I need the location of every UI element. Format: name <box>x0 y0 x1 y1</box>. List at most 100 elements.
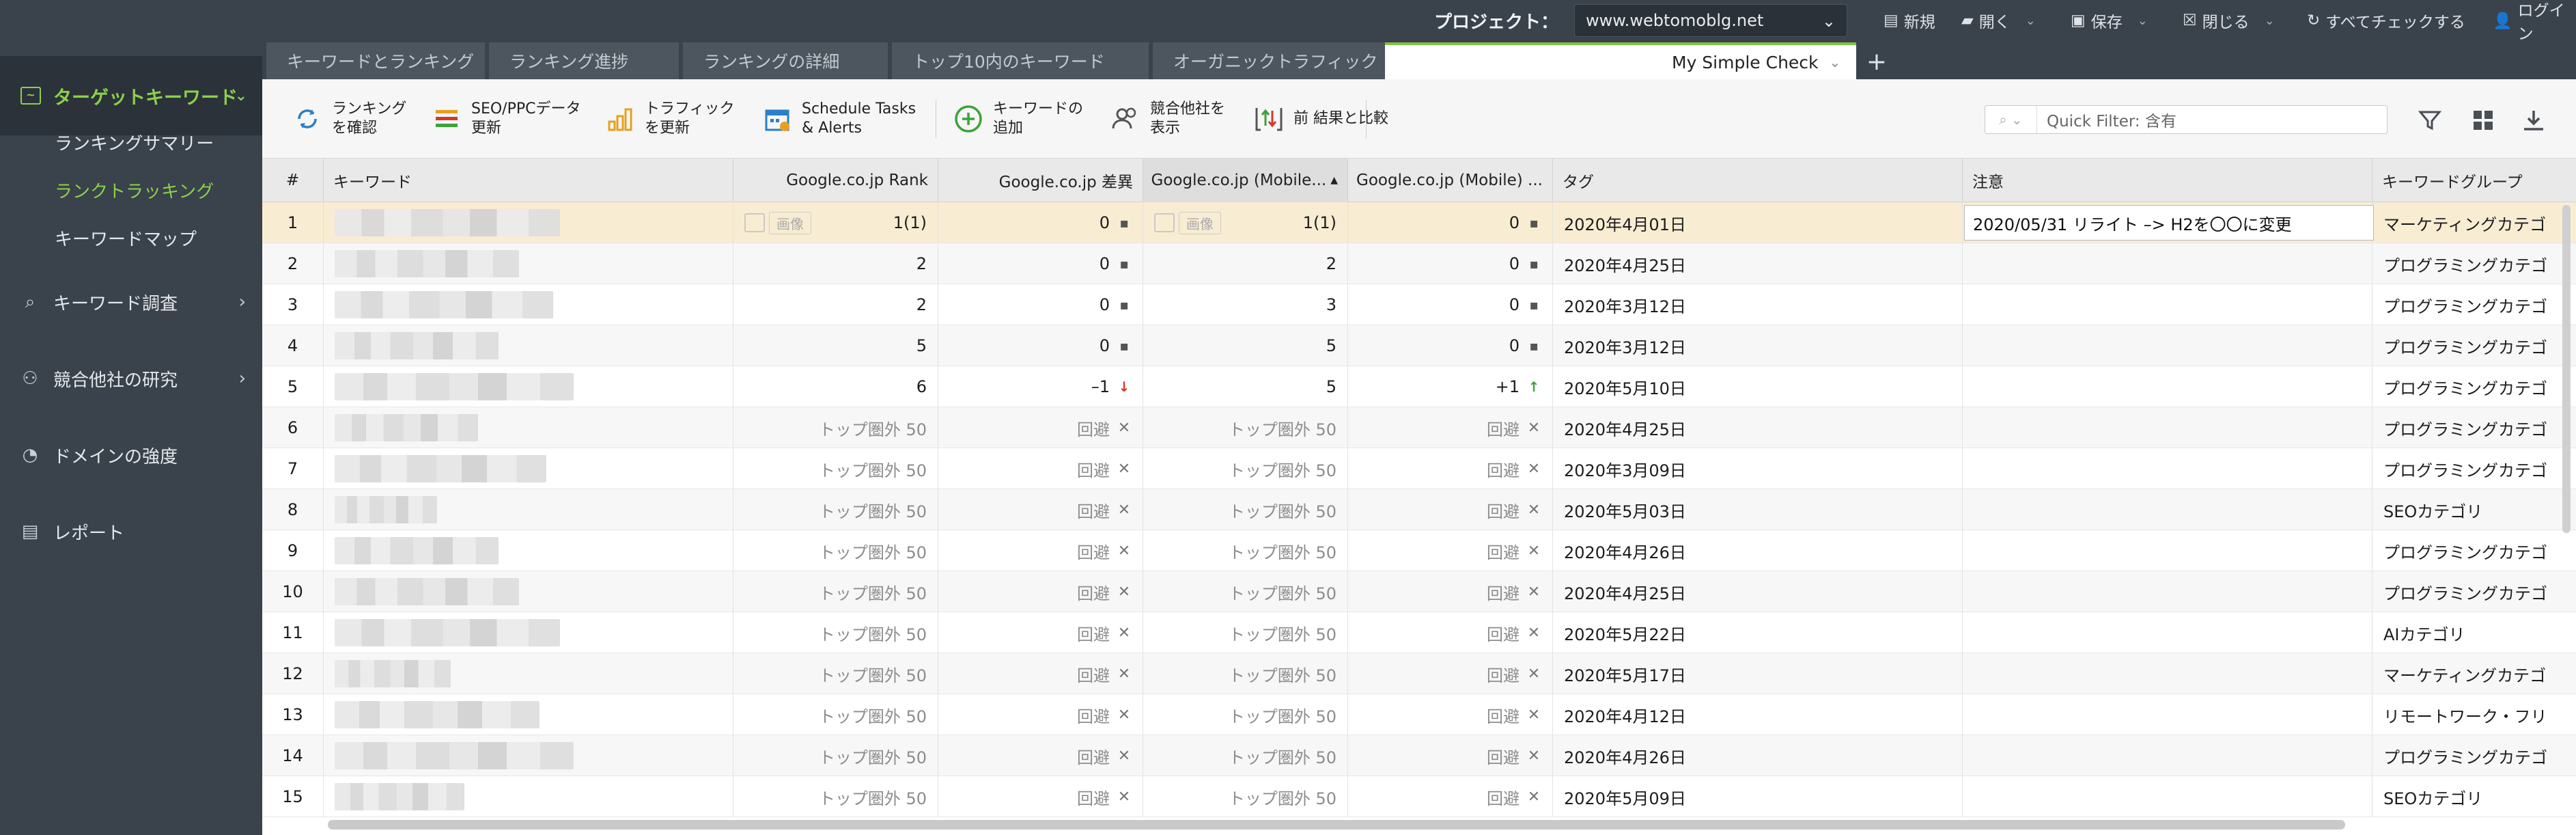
mobile-diff-cell[interactable]: +1 ↑ <box>1348 366 1553 407</box>
note-cell[interactable] <box>1963 653 2372 694</box>
mobile-diff-cell[interactable]: 0 ▪ <box>1348 284 1553 325</box>
keyword-group-cell[interactable]: SEOカテゴリ <box>2372 489 2576 530</box>
grid-view-icon[interactable] <box>2468 105 2498 135</box>
horizontal-scrollbar[interactable] <box>328 820 2345 830</box>
seo-ppc-update-button[interactable]: SEO/PPCデータ 更新 <box>430 96 581 142</box>
rank-cell[interactable]: 5 <box>733 325 938 366</box>
tag-cell[interactable]: 2020年5月03日 <box>1553 489 1963 530</box>
sidebar-section-keyword-research[interactable]: ⌕ キーワード調査 › <box>0 275 262 329</box>
close-button[interactable]: ☒ 閉じる ⌄ <box>2183 0 2275 41</box>
keyword-group-cell[interactable]: プログラミングカテゴ <box>2372 284 2576 325</box>
tag-cell[interactable]: 2020年3月12日 <box>1553 325 1963 366</box>
keyword-cell[interactable] <box>324 448 733 489</box>
col-header-mobile-diff[interactable]: Google.co.jp (Mobile) ... <box>1348 159 1553 202</box>
rank-cell[interactable]: トップ圏外 50 <box>733 694 938 735</box>
keyword-cell[interactable] <box>324 571 733 612</box>
tag-cell[interactable]: 2020年4月26日 <box>1553 735 1963 776</box>
rank-cell[interactable]: トップ圏外 50 <box>733 735 938 776</box>
diff-cell[interactable]: 回避 ✕ <box>938 448 1143 489</box>
note-cell[interactable] <box>1963 735 2372 776</box>
tag-cell[interactable]: 2020年4月01日 <box>1553 202 1963 243</box>
col-header-mobile-rank[interactable]: Google.co.jp (Mobile... ▲ <box>1143 159 1348 202</box>
tag-cell[interactable]: 2020年4月25日 <box>1553 243 1963 284</box>
tab-ranking-progress[interactable]: ランキング進捗 <box>489 42 679 79</box>
sidebar-item-ranking-summary[interactable]: ランキングサマリー <box>55 130 214 155</box>
diff-cell[interactable]: 0 ▪ <box>938 202 1143 243</box>
diff-cell[interactable]: 回避 ✕ <box>938 571 1143 612</box>
chevron-down-icon[interactable]: ⌄ <box>1830 54 1841 70</box>
mobile-rank-cell[interactable]: トップ圏外 50 <box>1143 448 1348 489</box>
keyword-cell[interactable] <box>324 653 733 694</box>
mobile-diff-cell[interactable]: 回避 ✕ <box>1348 407 1553 448</box>
table-row[interactable]: 14 トップ圏外 50 回避 ✕ トップ圏外 50 回避 ✕ 2020年4月26日 プログラミン… <box>262 735 2576 776</box>
check-rank-button[interactable]: ランキング を確認 <box>291 96 406 142</box>
mobile-rank-cell[interactable]: トップ圏外 50 <box>1143 530 1348 571</box>
diff-cell[interactable]: 回避 ✕ <box>938 735 1143 776</box>
tag-cell[interactable]: 2020年4月25日 <box>1553 571 1963 612</box>
keyword-group-cell[interactable]: プログラミングカテゴ <box>2372 571 2576 612</box>
add-tab-button[interactable]: + <box>1863 48 1890 76</box>
mobile-rank-cell[interactable]: トップ圏外 50 <box>1143 653 1348 694</box>
tag-cell[interactable]: 2020年3月12日 <box>1553 284 1963 325</box>
table-row[interactable]: 9 トップ圏外 50 回避 ✕ トップ圏外 50 回避 ✕ 2020年4月26日 プログラミング… <box>262 530 2576 571</box>
diff-cell[interactable]: 回避 ✕ <box>938 407 1143 448</box>
mobile-rank-cell[interactable]: トップ圏外 50 <box>1143 489 1348 530</box>
keyword-group-cell[interactable]: SEOカテゴリ <box>2372 776 2576 817</box>
table-row[interactable]: 8 トップ圏外 50 回避 ✕ トップ圏外 50 回避 ✕ 2020年5月03日 SEOカテゴリ <box>262 489 2576 530</box>
rank-cell[interactable]: トップ圏外 50 <box>733 571 938 612</box>
mobile-rank-cell[interactable]: トップ圏外 50 <box>1143 571 1348 612</box>
keyword-group-cell[interactable]: プログラミングカテゴ <box>2372 448 2576 489</box>
mobile-diff-cell[interactable]: 回避 ✕ <box>1348 735 1553 776</box>
table-row[interactable]: 10 トップ圏外 50 回避 ✕ トップ圏外 50 回避 ✕ 2020年4月25日 プログラミン… <box>262 571 2576 612</box>
mobile-rank-cell[interactable]: 5 <box>1143 325 1348 366</box>
diff-cell[interactable]: 回避 ✕ <box>938 612 1143 653</box>
note-cell[interactable] <box>1963 694 2372 735</box>
login-button[interactable]: 👤 ログイン <box>2493 0 2576 43</box>
mobile-diff-cell[interactable]: 0 ▪ <box>1348 243 1553 284</box>
tab-ranking-details[interactable]: ランキングの詳細 <box>683 42 888 79</box>
col-header-tag[interactable]: タグ <box>1553 159 1963 202</box>
diff-cell[interactable]: 0 ▪ <box>938 325 1143 366</box>
col-header-keyword-group[interactable]: キーワードグループ <box>2372 159 2576 202</box>
diff-cell[interactable]: –1 ↓ <box>938 366 1143 407</box>
mobile-rank-cell[interactable]: 5 <box>1143 366 1348 407</box>
note-cell[interactable] <box>1963 571 2372 612</box>
table-row[interactable]: 5 6 –1 ↓ 5 +1 ↑ 2020年5月10日 プログラミングカテゴ <box>262 366 2576 407</box>
note-cell[interactable] <box>1963 243 2372 284</box>
add-competitor-button[interactable]: 競合他社を 表示 <box>1109 96 1225 142</box>
table-row[interactable]: 1 画像 1(1) 0 ▪ 画像 1(1) 0 ▪ 2020年4月01日 2020/05/31 リラ… <box>262 202 2576 243</box>
search-icon[interactable]: ⌕ ⌄ <box>1985 106 2037 133</box>
col-header-keyword[interactable]: キーワード <box>324 159 733 202</box>
note-cell[interactable] <box>1963 407 2372 448</box>
keyword-cell[interactable] <box>324 530 733 571</box>
note-cell[interactable] <box>1963 489 2372 530</box>
open-button[interactable]: ▰ 開く ⌄ <box>1961 0 2036 41</box>
quick-filter-input[interactable]: ⌕ ⌄ Quick Filter: 含有 <box>1985 105 2388 134</box>
rank-cell[interactable]: トップ圏外 50 <box>733 612 938 653</box>
tab-keywords-ranking[interactable]: キーワードとランキング <box>266 42 485 79</box>
traffic-update-button[interactable]: トラフィック を更新 <box>604 96 735 142</box>
note-edit-input[interactable]: 2020/05/31 リライト –> H2を〇〇に変更 <box>1964 205 2374 241</box>
mobile-diff-cell[interactable]: 回避 ✕ <box>1348 448 1553 489</box>
keyword-group-cell[interactable]: マーケティングカテゴ <box>2372 202 2576 243</box>
mobile-diff-cell[interactable]: 回避 ✕ <box>1348 776 1553 817</box>
col-header-rank[interactable]: Google.co.jp Rank <box>733 159 938 202</box>
keyword-cell[interactable] <box>324 284 733 325</box>
keyword-group-cell[interactable]: AIカテゴリ <box>2372 612 2576 653</box>
table-row[interactable]: 15 トップ圏外 50 回避 ✕ トップ圏外 50 回避 ✕ 2020年5月09日 SEOカテゴ… <box>262 776 2576 817</box>
rank-cell[interactable]: 画像 1(1) <box>733 202 938 243</box>
check-all-button[interactable]: ↻ すべてチェックする <box>2307 0 2465 41</box>
schedule-tasks-button[interactable]: Schedule Tasks & Alerts <box>761 96 916 142</box>
note-cell[interactable] <box>1963 325 2372 366</box>
tag-cell[interactable]: 2020年5月10日 <box>1553 366 1963 407</box>
keyword-cell[interactable] <box>324 202 733 243</box>
sidebar-item-keyword-map[interactable]: キーワードマップ <box>55 225 197 251</box>
mobile-rank-cell[interactable]: 3 <box>1143 284 1348 325</box>
chevron-down-icon[interactable]: ⌄ <box>2026 14 2036 28</box>
mobile-diff-cell[interactable]: 0 ▪ <box>1348 325 1553 366</box>
table-row[interactable]: 11 トップ圏外 50 回避 ✕ トップ圏外 50 回避 ✕ 2020年5月22日 AIカテゴリ <box>262 612 2576 653</box>
tag-cell[interactable]: 2020年5月09日 <box>1553 776 1963 817</box>
mobile-diff-cell[interactable]: 0 ▪ <box>1348 202 1553 243</box>
diff-cell[interactable]: 0 ▪ <box>938 284 1143 325</box>
tab-my-simple-check[interactable]: My Simple Check ⌄ <box>1385 42 1856 79</box>
